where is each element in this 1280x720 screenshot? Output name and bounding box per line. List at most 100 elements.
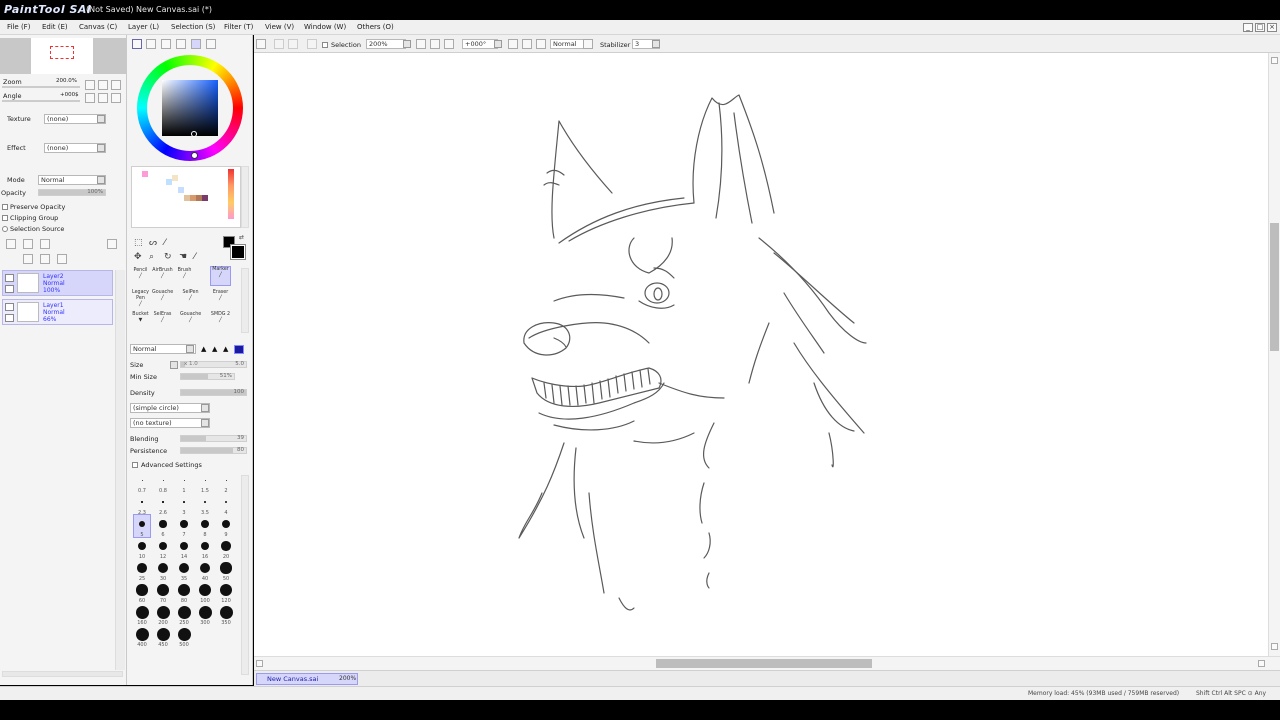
- rotate-right-icon[interactable]: [522, 39, 532, 49]
- rgb-slider-icon[interactable]: [146, 39, 156, 49]
- menu-canvas[interactable]: Canvas (C): [79, 23, 117, 31]
- rotate-left-icon[interactable]: [508, 39, 518, 49]
- minimize-icon[interactable]: _: [1243, 23, 1253, 32]
- new-linework-layer-icon[interactable]: [23, 239, 33, 249]
- brush-size-dot[interactable]: [220, 562, 232, 574]
- hand-icon[interactable]: ☚: [179, 252, 187, 262]
- chevron-down-icon[interactable]: [186, 345, 194, 353]
- hsv-slider-icon[interactable]: [161, 39, 171, 49]
- canvas-vertical-scrollbar[interactable]: [1268, 53, 1280, 656]
- saturation-value-square[interactable]: [162, 80, 218, 136]
- rotate-left-icon[interactable]: [85, 93, 95, 103]
- brush-size-dot[interactable]: [141, 479, 143, 481]
- vertical-scroll-thumb[interactable]: [1270, 223, 1279, 351]
- brush-size-dot[interactable]: [156, 605, 170, 619]
- horizontal-scroll-thumb[interactable]: [656, 659, 872, 668]
- move-icon[interactable]: ✥: [134, 252, 142, 262]
- menu-layer[interactable]: Layer (L): [128, 23, 159, 31]
- zoom-out-icon[interactable]: [416, 39, 426, 49]
- layer-item[interactable]: Layer1 Normal 66%: [2, 299, 113, 325]
- brush-size-dot[interactable]: [177, 627, 191, 641]
- angle-select[interactable]: +000°: [462, 39, 498, 49]
- rotate-icon[interactable]: ↻: [164, 252, 172, 262]
- color-picker-handle[interactable]: [191, 131, 197, 137]
- selection-checkbox[interactable]: [322, 42, 328, 48]
- rect-select-icon[interactable]: ⬚: [134, 238, 143, 248]
- menu-filter[interactable]: Filter (T): [224, 23, 253, 31]
- brush-size-dot[interactable]: [180, 520, 188, 528]
- scroll-left-icon[interactable]: [256, 660, 263, 667]
- swatches-icon[interactable]: [176, 39, 186, 49]
- brush-shape-round-icon[interactable]: ▲: [201, 345, 206, 353]
- layer-square-icon[interactable]: [107, 239, 117, 249]
- density-slider[interactable]: 100: [180, 389, 247, 396]
- brush-size-dot[interactable]: [222, 520, 230, 528]
- zoom-value[interactable]: 200.0%: [56, 78, 77, 84]
- tool-marker[interactable]: Marker ╱: [210, 266, 231, 286]
- menu-view[interactable]: View (V): [265, 23, 294, 31]
- brush-size-dot[interactable]: [221, 541, 231, 551]
- scratchpad[interactable]: [131, 166, 241, 228]
- new-folder-icon[interactable]: [40, 239, 50, 249]
- zoom-reset-icon[interactable]: [111, 80, 121, 90]
- layer-item[interactable]: Layer2 Normal 100%: [2, 270, 113, 296]
- brush-size-dot[interactable]: [219, 583, 233, 597]
- view-mode-select[interactable]: Normal: [550, 39, 584, 49]
- redo-icon[interactable]: [288, 39, 298, 49]
- brush-size-dot[interactable]: [219, 605, 233, 619]
- brush-size-dot[interactable]: [178, 584, 190, 596]
- brush-size-dot[interactable]: [137, 563, 147, 573]
- tool-bucket[interactable]: Bucket ▼: [130, 312, 151, 332]
- layer-scrollbar[interactable]: [115, 270, 125, 670]
- selection-source-checkbox[interactable]: [2, 226, 8, 232]
- deselect-icon[interactable]: [256, 39, 266, 49]
- tool-airbrush[interactable]: AirBrush ╱: [152, 268, 173, 288]
- pen-icon[interactable]: [5, 285, 14, 293]
- restore-icon[interactable]: □: [1255, 23, 1265, 32]
- tool-seleras[interactable]: SelEras ╱: [152, 312, 173, 332]
- zoom-select[interactable]: 200%: [366, 39, 406, 49]
- brush-size-dot[interactable]: [225, 479, 227, 481]
- min-size-slider[interactable]: 51%: [180, 373, 235, 380]
- brush-size-dot[interactable]: [201, 520, 209, 528]
- color-mix-icon[interactable]: [206, 39, 216, 49]
- rotate-reset-icon[interactable]: [536, 39, 546, 49]
- menu-file[interactable]: File (F): [7, 23, 30, 31]
- scratchpad-scrollbar[interactable]: [241, 166, 249, 228]
- delete-layer-icon[interactable]: [57, 254, 67, 264]
- zoom-fit-icon[interactable]: [444, 39, 454, 49]
- brush-size-scrollbar[interactable]: [241, 475, 249, 675]
- merge-down-icon[interactable]: [23, 254, 33, 264]
- brush-size-dot[interactable]: [141, 501, 143, 503]
- preserve-opacity-checkbox[interactable]: [2, 204, 8, 210]
- brush-size-dot[interactable]: [178, 562, 190, 574]
- scroll-up-icon[interactable]: [1271, 57, 1278, 64]
- drawing-canvas[interactable]: [254, 53, 1270, 656]
- brush-size-dot[interactable]: [183, 501, 185, 503]
- scroll-down-icon[interactable]: [1271, 643, 1278, 650]
- brush-size-dot[interactable]: [183, 479, 185, 481]
- advanced-settings-checkbox[interactable]: [132, 462, 138, 468]
- chevron-down-icon[interactable]: [97, 115, 105, 123]
- eye-icon[interactable]: [5, 303, 14, 311]
- chevron-down-icon[interactable]: [403, 40, 411, 48]
- brush-size-dot[interactable]: [200, 541, 210, 551]
- brush-size-dot[interactable]: [179, 541, 189, 551]
- zoom-in-icon[interactable]: [430, 39, 440, 49]
- brush-size-dot[interactable]: [135, 627, 149, 641]
- angle-value[interactable]: +000$: [60, 92, 79, 98]
- pen-icon[interactable]: [5, 314, 14, 322]
- scratchpad-icon[interactable]: [191, 39, 201, 49]
- brush-shape-square-icon[interactable]: [234, 345, 244, 354]
- brush-size-dot[interactable]: [157, 584, 169, 596]
- menu-selection[interactable]: Selection (S): [171, 23, 215, 31]
- brush-size-dot[interactable]: [225, 501, 227, 503]
- tool-gouache-2[interactable]: Gouache ╱: [180, 312, 201, 332]
- chevron-down-icon[interactable]: [652, 40, 660, 48]
- brush-size-dot[interactable]: [137, 541, 147, 551]
- persistence-slider[interactable]: 80: [180, 447, 247, 454]
- document-tab[interactable]: New Canvas.sai 200%: [256, 673, 358, 685]
- chevron-down-icon[interactable]: [201, 404, 209, 412]
- menu-edit[interactable]: Edit (E): [42, 23, 68, 31]
- clipping-group-checkbox[interactable]: [2, 215, 8, 221]
